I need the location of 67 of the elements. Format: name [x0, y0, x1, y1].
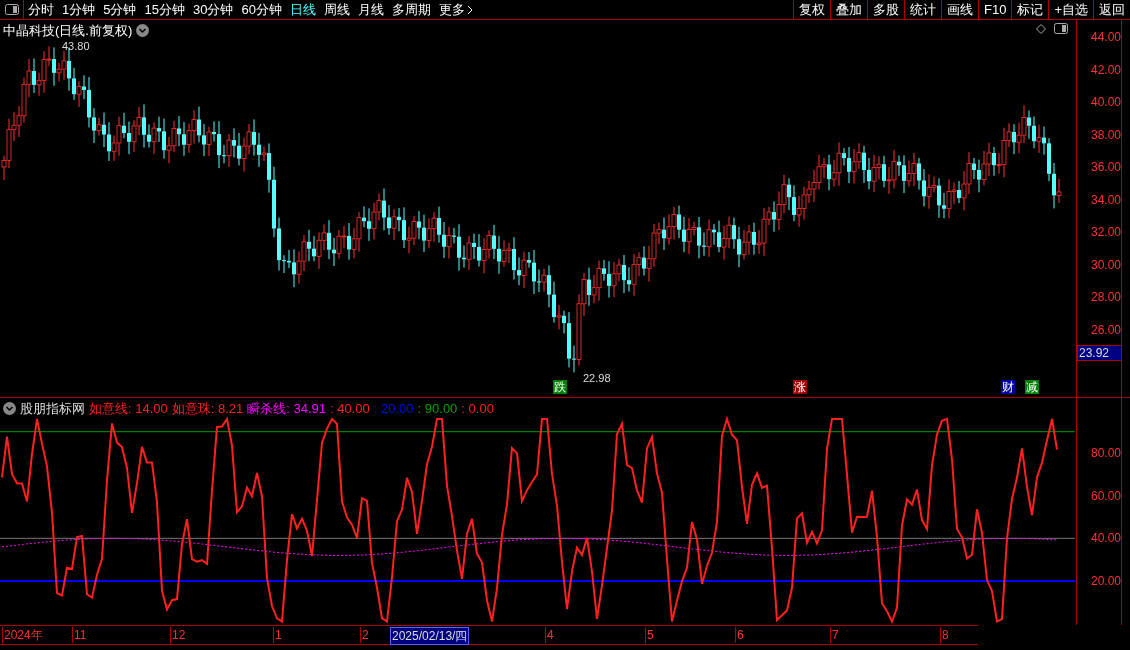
time-axis-label: 11	[72, 627, 87, 643]
toolbar-button[interactable]: 复权	[793, 0, 830, 20]
period-tab[interactable]: 分时	[24, 0, 58, 20]
price-axis-label: 34.00	[1091, 192, 1122, 207]
period-tab[interactable]: 15分钟	[140, 0, 189, 20]
period-tab[interactable]: 月线	[353, 0, 388, 20]
price-axis-label: 26.00	[1091, 322, 1122, 337]
panel-toggle-icon[interactable]	[1054, 23, 1068, 34]
indicator-value: : 90.00	[417, 400, 458, 418]
cursor-date-label: 2025/02/13/四	[390, 627, 470, 645]
toolbar-button[interactable]: 多股	[867, 0, 904, 20]
period-tab[interactable]: 60分钟	[237, 0, 286, 20]
time-axis-label: 8	[940, 627, 949, 643]
indicator-value: 如意线: 14.00	[89, 400, 168, 418]
toolbar-button[interactable]: 叠加	[830, 0, 867, 20]
price-axis-label: 36.00	[1091, 160, 1122, 174]
period-tab[interactable]: 日线	[285, 0, 320, 20]
chart-title: 中晶科技(日线.前复权)	[3, 22, 133, 40]
time-axis-label: 7	[830, 627, 839, 643]
indicator-name: 股朋指标网	[20, 400, 85, 418]
signal-marker: 减	[1025, 380, 1039, 394]
time-axis-label: 5	[645, 627, 654, 643]
indicator-value: : 20.00	[373, 400, 414, 418]
toolbar-button[interactable]: +自选	[1048, 0, 1093, 20]
time-axis-label: 1	[273, 627, 282, 643]
toolbar-button[interactable]: 画线	[941, 0, 978, 20]
time-axis-label: 12	[170, 627, 186, 643]
indicator-value: : 0.00	[461, 400, 494, 418]
price-axis-label: 38.00	[1091, 127, 1122, 142]
price-axis-label: 42.00	[1091, 62, 1122, 77]
period-tab[interactable]: 周线	[319, 0, 354, 20]
dropdown-icon[interactable]	[136, 24, 150, 38]
toolbar-button[interactable]: F10	[978, 0, 1012, 20]
indicator-value: : 40.00	[330, 400, 370, 418]
toolbar-button[interactable]: 返回	[1093, 0, 1130, 20]
signal-marker: 财	[1001, 380, 1015, 394]
indicator-value: 瞬杀线: 34.91	[247, 400, 327, 418]
diamond-icon[interactable]	[1036, 23, 1046, 34]
indicator-value: 如意珠: 8.21	[171, 400, 244, 418]
panel-toggle-icon[interactable]	[4, 4, 19, 15]
price-axis-label: 30.00	[1091, 257, 1122, 272]
current-price-tag: 23.92	[1077, 345, 1122, 361]
time-axis-label: 2	[360, 627, 369, 643]
indicator-axis-label: 80.00	[1091, 446, 1122, 460]
time-axis-label: 6	[735, 627, 744, 643]
period-tab[interactable]: 1分钟	[58, 0, 100, 20]
period-tab[interactable]: 30分钟	[188, 0, 238, 20]
indicator-axis-label: 40.00	[1091, 531, 1122, 546]
time-axis-label: 2024年	[2, 627, 43, 643]
price-axis-label: 44.00	[1091, 30, 1122, 44]
price-axis-label: 28.00	[1091, 290, 1122, 304]
low-price-label: 22.98	[583, 371, 611, 386]
toolbar-button[interactable]: 标记	[1011, 0, 1049, 20]
signal-marker: 跌	[553, 380, 567, 394]
more-menu[interactable]: 更多	[434, 0, 477, 20]
signal-marker: 涨	[793, 380, 807, 394]
period-tab[interactable]: 5分钟	[99, 0, 141, 20]
time-axis-label: 4	[545, 627, 554, 643]
chevron-right-icon	[466, 4, 473, 15]
price-axis-label: 32.00	[1091, 225, 1122, 239]
indicator-axis-label: 20.00	[1091, 574, 1122, 588]
period-tab[interactable]: 多周期	[387, 0, 435, 20]
dropdown-icon[interactable]	[3, 402, 16, 416]
price-axis-label: 40.00	[1091, 95, 1122, 109]
high-price-label: 43.80	[62, 39, 90, 54]
indicator-axis-label: 60.00	[1091, 488, 1122, 503]
toolbar-button[interactable]: 统计	[904, 0, 941, 20]
